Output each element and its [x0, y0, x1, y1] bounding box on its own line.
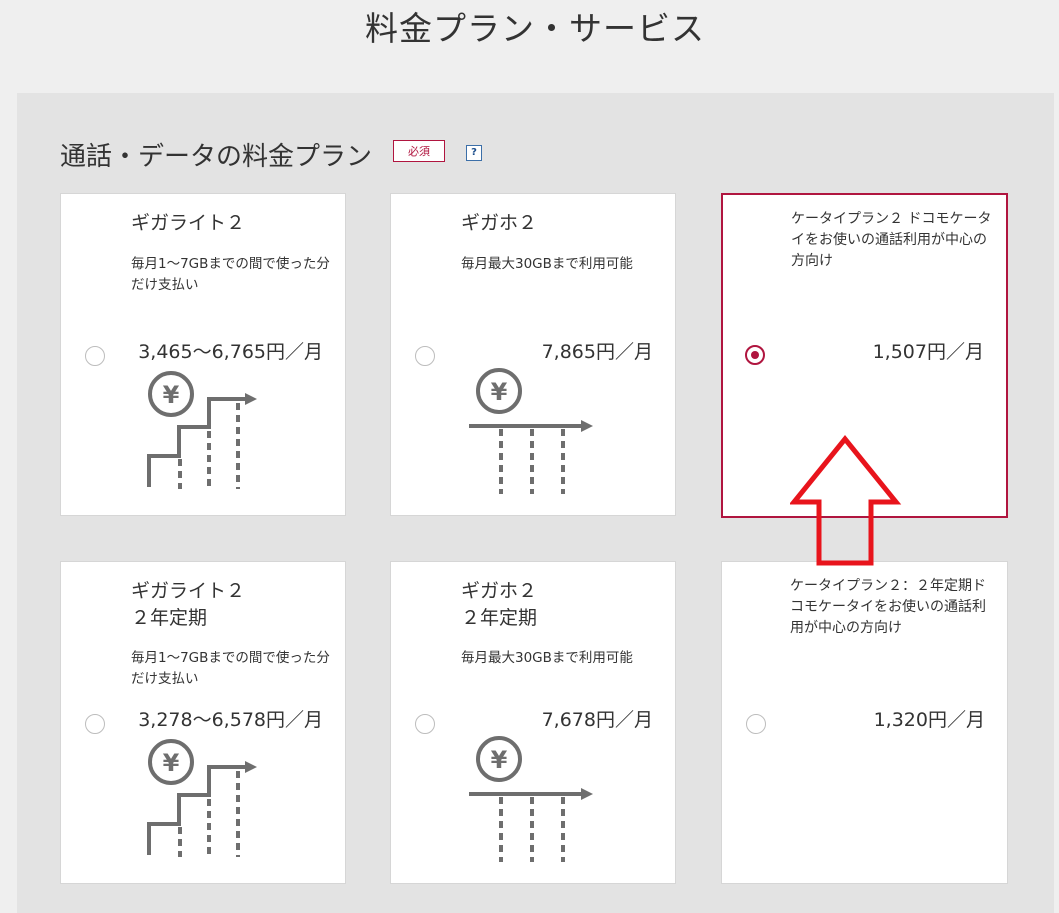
- plan-price: 7,678円／月: [541, 709, 653, 731]
- plan-card-gigaho2-2year[interactable]: ギガホ２ ２年定期 毎月最大30GBまで利用可能 7,678円／月 ¥: [390, 561, 676, 884]
- svg-text:¥: ¥: [491, 378, 508, 406]
- plan-desc: ケータイプラン２：２年定期ドコモケータイをお使いの通話利用が中心の方向け: [790, 578, 986, 636]
- radio-button[interactable]: [415, 346, 435, 366]
- plan-name: ギガライト２ ２年定期: [131, 580, 246, 629]
- plan-price: 7,865円／月: [541, 341, 653, 363]
- section-title: 通話・データの料金プラン: [60, 142, 373, 172]
- plan-desc: 毎月1～7GBまでの間で使った分だけ支払い: [131, 256, 330, 293]
- plan-card-gigaho2[interactable]: ギガホ２ 毎月最大30GBまで利用可能 7,865円／月 ¥: [390, 193, 676, 516]
- plan-price: 1,320円／月: [873, 709, 985, 731]
- plan-price: 3,278～6,578円／月: [138, 709, 323, 731]
- page-title: 料金プラン・サービス: [365, 9, 705, 48]
- plan-price: 1,507円／月: [872, 341, 984, 363]
- plan-card-gigalite2-2year[interactable]: ギガライト２ ２年定期 毎月1～7GBまでの間で使った分だけ支払い 3,278～…: [60, 561, 346, 884]
- plan-desc: 毎月1～7GBまでの間で使った分だけ支払い: [131, 650, 330, 687]
- plan-price: 3,465～6,765円／月: [138, 341, 323, 363]
- plan-card-gigalite2[interactable]: ギガライト２ 毎月1～7GBまでの間で使った分だけ支払い 3,465～6,765…: [60, 193, 346, 516]
- svg-text:¥: ¥: [491, 746, 508, 774]
- help-icon[interactable]: ?: [466, 145, 482, 161]
- annotation-up-arrow: [790, 435, 902, 566]
- radio-button[interactable]: [746, 714, 766, 734]
- yen-staircase-icon: ¥: [147, 371, 257, 489]
- plan-desc: 毎月最大30GBまで利用可能: [461, 650, 633, 666]
- radio-button[interactable]: [415, 714, 435, 734]
- yen-staircase-icon: ¥: [147, 739, 257, 857]
- svg-text:¥: ¥: [163, 749, 180, 777]
- plan-name: ギガホ２: [461, 212, 538, 234]
- plan-desc: ケータイプラン２ ドコモケータイをお使いの通話利用が中心の方向け: [791, 211, 992, 269]
- radio-button[interactable]: [85, 714, 105, 734]
- plan-name: ギガホ２ ２年定期: [461, 580, 538, 629]
- yen-flat-icon: ¥: [469, 368, 593, 494]
- radio-button-selected[interactable]: [745, 345, 765, 365]
- plan-desc: 毎月最大30GBまで利用可能: [461, 256, 633, 272]
- svg-text:¥: ¥: [163, 381, 180, 409]
- required-badge: 必須: [393, 140, 445, 162]
- radio-button[interactable]: [85, 346, 105, 366]
- plan-card-keitai2-2year[interactable]: ケータイプラン２：２年定期ドコモケータイをお使いの通話利用が中心の方向け 1,3…: [721, 561, 1008, 884]
- plan-name: ギガライト２: [131, 212, 246, 234]
- yen-flat-icon: ¥: [469, 736, 593, 862]
